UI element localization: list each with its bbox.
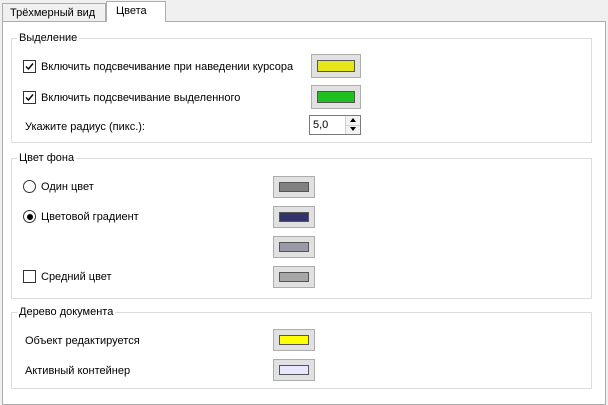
highlight-hover-checkbox[interactable] <box>23 60 36 73</box>
gradient-label: Цветовой градиент <box>41 211 139 223</box>
background-group: Цвет фона Один цвет Цветовой градиент Ср… <box>11 151 592 299</box>
editing-object-color-button[interactable] <box>273 329 315 351</box>
average-color-checkbox[interactable] <box>23 270 36 283</box>
document-tree-group: Дерево документа Объект редактируется Ак… <box>11 305 592 389</box>
tab-3d-view[interactable]: Трёхмерный вид <box>2 3 106 21</box>
average-color-button[interactable] <box>273 266 315 288</box>
editing-object-label: Объект редактируется <box>25 335 140 347</box>
document-tree-group-title: Дерево документа <box>17 305 116 319</box>
highlight-selected-color-swatch <box>317 91 355 103</box>
gradient-bottom-color-button[interactable] <box>273 236 315 258</box>
average-color-label: Средний цвет <box>41 271 112 283</box>
single-color-label: Один цвет <box>41 181 94 193</box>
highlight-selected-label: Включить подсвечивание выделенного <box>41 92 241 104</box>
checkmark-icon <box>25 94 34 102</box>
highlight-selected-color-button[interactable] <box>311 85 361 109</box>
spin-down-button[interactable] <box>346 125 360 134</box>
highlight-hover-color-button[interactable] <box>311 54 361 78</box>
radius-label: Укажите радиус (пикс.): <box>25 121 145 133</box>
background-group-title: Цвет фона <box>17 151 77 165</box>
single-color-button[interactable] <box>273 176 315 198</box>
active-container-label: Активный контейнер <box>25 365 131 377</box>
checkmark-icon <box>25 63 34 71</box>
arrow-down-icon <box>350 127 356 131</box>
radius-spinbox[interactable]: 5,0 <box>309 115 361 135</box>
single-color-radio[interactable] <box>23 180 36 193</box>
selection-group: Выделение Включить подсвечивание при нав… <box>11 31 592 143</box>
average-color-swatch <box>279 272 309 282</box>
arrow-up-icon <box>350 118 356 122</box>
editing-object-color-swatch <box>279 335 309 345</box>
highlight-hover-color-swatch <box>317 60 355 72</box>
selection-group-title: Выделение <box>17 31 80 45</box>
active-container-color-swatch <box>279 365 309 375</box>
active-container-color-button[interactable] <box>273 359 315 381</box>
tab-colors[interactable]: Цвета <box>106 1 166 22</box>
tab-panel-colors: Выделение Включить подсвечивание при нав… <box>2 21 606 405</box>
gradient-top-color-button[interactable] <box>273 206 315 228</box>
tab-strip: Трёхмерный вид Цвета <box>0 0 608 22</box>
radius-value[interactable]: 5,0 <box>313 118 328 132</box>
radio-selected-dot <box>26 213 33 220</box>
radius-spin-buttons <box>345 116 360 134</box>
highlight-selected-checkbox[interactable] <box>23 91 36 104</box>
single-color-swatch <box>279 182 309 192</box>
gradient-top-color-swatch <box>279 212 309 222</box>
gradient-bottom-color-swatch <box>279 242 309 252</box>
highlight-hover-label: Включить подсвечивание при наведении кур… <box>41 61 294 73</box>
gradient-radio[interactable] <box>23 210 36 223</box>
